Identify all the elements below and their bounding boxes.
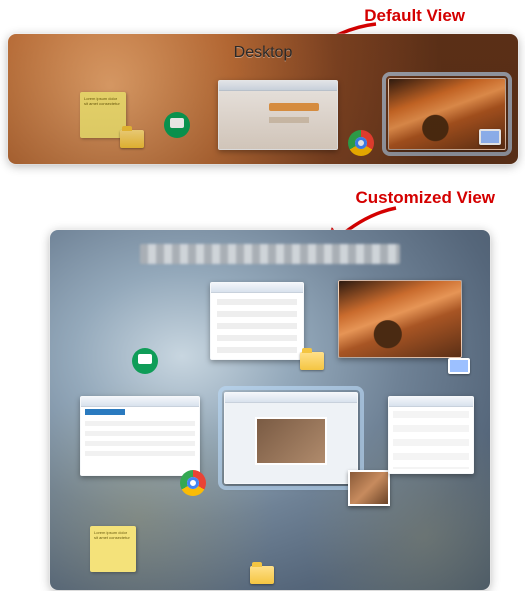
monitor-icon xyxy=(448,358,470,374)
sticky-note-thumb[interactable]: Lorem ipsum dolor sit amet consectetur xyxy=(90,526,136,572)
annotation-default-view: Default View xyxy=(364,6,465,26)
thumbnail-container: Lorem ipsum dolor sit amet consectetur xyxy=(8,34,518,164)
hangouts-icon[interactable] xyxy=(164,112,190,138)
folder-icon[interactable] xyxy=(120,130,144,148)
folder-icon[interactable] xyxy=(250,566,274,584)
panel-title: Desktop xyxy=(8,44,518,62)
screenshot-window-thumb[interactable] xyxy=(224,392,358,484)
alt-tab-default-panel: Desktop Lorem ipsum dolor sit amet conse… xyxy=(8,34,518,164)
hangouts-icon[interactable] xyxy=(132,348,158,374)
desktop-thumb[interactable] xyxy=(338,280,462,358)
folder-icon[interactable] xyxy=(300,352,324,370)
chrome-icon[interactable] xyxy=(348,130,374,156)
image-file-icon[interactable] xyxy=(348,470,390,506)
chrome-icon[interactable] xyxy=(180,470,206,496)
annotation-customized-view: Customized View xyxy=(356,188,496,208)
desktop-thumb[interactable] xyxy=(388,78,506,150)
alt-tab-custom-panel: Lorem ipsum dolor sit amet consectetur xyxy=(50,230,490,590)
monitor-icon xyxy=(479,129,501,145)
thumbnail-container: Lorem ipsum dolor sit amet consectetur xyxy=(50,230,490,590)
sticky-note-thumb[interactable]: Lorem ipsum dolor sit amet consectetur xyxy=(80,92,126,138)
app-window-thumb[interactable] xyxy=(210,282,304,360)
browser-window-thumb[interactable] xyxy=(218,80,338,150)
explorer-window-thumb[interactable] xyxy=(388,396,474,474)
browser-window-thumb[interactable] xyxy=(80,396,200,476)
